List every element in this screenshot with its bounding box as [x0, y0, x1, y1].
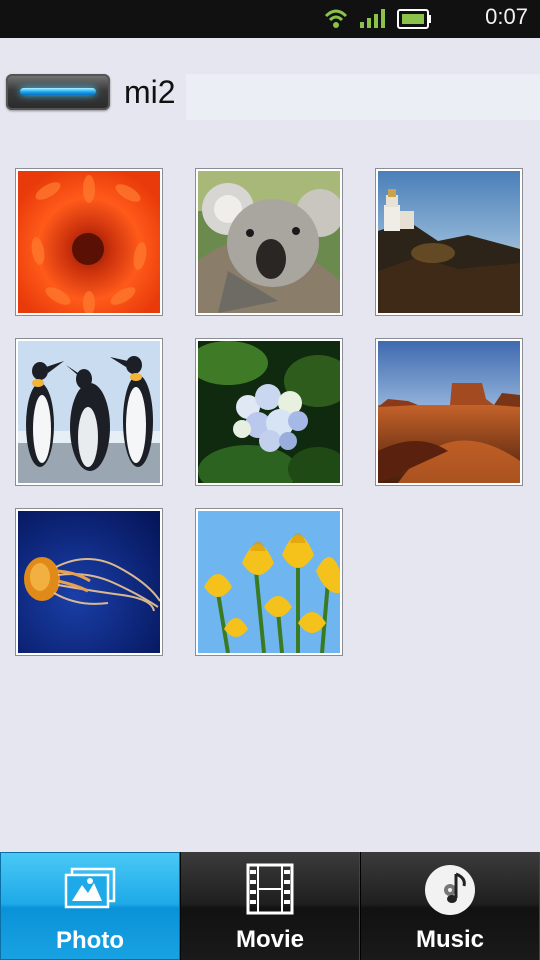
jellyfish-image	[18, 511, 160, 653]
hydrangeas-image	[198, 341, 340, 483]
tab-music[interactable]: Music	[360, 852, 540, 960]
status-time: 0:07	[485, 4, 528, 29]
desert-image	[378, 341, 520, 483]
device-name: mi2	[124, 74, 176, 110]
status-bar: 0:07	[0, 0, 540, 38]
header-band	[186, 74, 540, 120]
battery-icon	[397, 9, 431, 29]
photo-tulips[interactable]	[195, 508, 343, 656]
photo-jellyfish[interactable]	[15, 508, 163, 656]
tab-movie-label: Movie	[235, 926, 304, 953]
tab-movie[interactable]: Movie	[180, 852, 360, 960]
signal-icon	[360, 9, 385, 28]
film-icon	[246, 863, 294, 915]
device-button[interactable]	[6, 74, 110, 110]
lighthouse-image	[378, 171, 520, 313]
tab-photo[interactable]: Photo	[0, 852, 180, 960]
penguins-image	[18, 341, 160, 483]
photo-desert[interactable]	[375, 338, 523, 486]
device-indicator-bar	[20, 88, 96, 95]
photo-chrysanthemum[interactable]	[15, 168, 163, 316]
photo-penguins[interactable]	[15, 338, 163, 486]
tab-bar: Photo Movie Music	[0, 852, 540, 960]
photo-hydrangeas[interactable]	[195, 338, 343, 486]
photo-icon	[64, 867, 116, 909]
photo-koala[interactable]	[195, 168, 343, 316]
tulips-image	[198, 511, 340, 653]
tab-photo-label: Photo	[56, 927, 124, 954]
koala-image	[198, 171, 340, 313]
tab-music-label: Music	[415, 926, 484, 953]
chrysanthemum-image	[18, 171, 160, 313]
photo-lighthouse[interactable]	[375, 168, 523, 316]
music-icon	[425, 865, 475, 915]
status-icons	[324, 9, 431, 29]
wifi-icon	[324, 9, 348, 28]
